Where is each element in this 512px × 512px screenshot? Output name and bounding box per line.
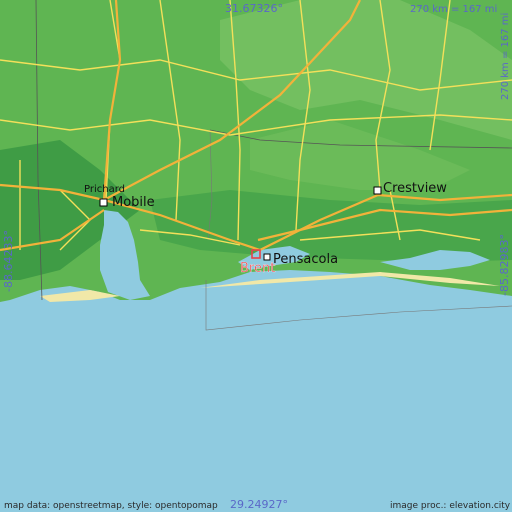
scale-vertical: 270 km = 167 mi <box>500 13 511 100</box>
mobile-label: Mobile <box>112 195 155 210</box>
pensacola-label: Pensacola <box>273 252 338 267</box>
crestview-label: Crestview <box>383 181 447 196</box>
crestview-marker <box>373 186 382 195</box>
scale-horizontal: 270 km = 167 mi <box>410 4 497 15</box>
processing-credit: image proc.: elevation.city <box>390 501 511 511</box>
map-credit: map data: openstreetmap, style: opentopo… <box>4 501 218 511</box>
brent-label: Brent <box>240 261 275 276</box>
pensacola-marker <box>263 253 271 261</box>
bottom-latitude: 29.24927° <box>230 498 288 511</box>
top-latitude: 31.67326° <box>225 2 283 15</box>
left-longitude: -88.64233° <box>2 230 15 292</box>
right-longitude: -85.82983° <box>498 234 511 296</box>
prichard-label: Prichard <box>84 184 125 195</box>
mobile-marker <box>99 198 108 207</box>
topographic-map: Prichard Mobile Crestview Pensacola Bren… <box>0 0 512 512</box>
